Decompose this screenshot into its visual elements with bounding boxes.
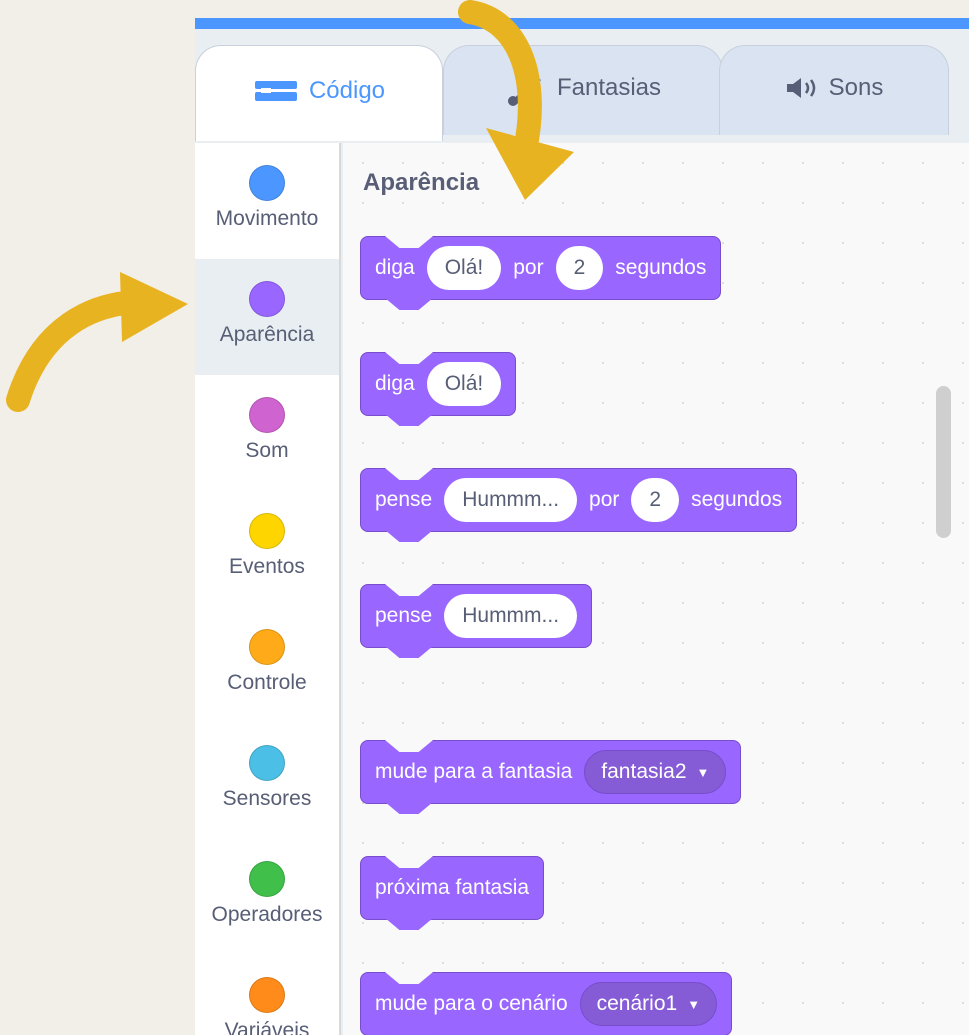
annotation-arrows (6, 0, 574, 412)
curved-arrow-icon (458, 0, 574, 200)
curved-arrow-icon (6, 272, 188, 412)
code-icon (253, 79, 299, 103)
tab-code[interactable]: Código (195, 45, 443, 141)
tab-code-label: Código (308, 76, 386, 104)
